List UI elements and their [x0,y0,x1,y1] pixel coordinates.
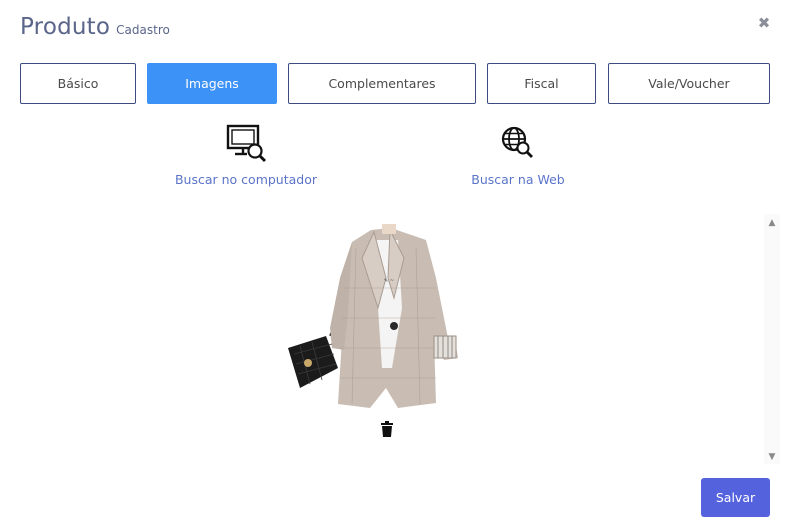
page-subtitle: Cadastro [116,23,170,37]
modal-title: Produto Cadastro [20,14,170,40]
save-button[interactable]: Salvar [701,478,770,517]
scroll-up-icon[interactable]: ▲ [767,218,777,228]
gallery-scrollbar[interactable]: ▲ ▼ [764,214,780,464]
tab-imagens[interactable]: Imagens [147,63,277,104]
tab-bar: Básico Imagens Complementares Fiscal Val… [0,63,785,104]
page-title: Produto [20,14,111,40]
search-computer-button[interactable]: Buscar no computador [166,122,326,187]
scroll-down-icon[interactable]: ▼ [767,452,777,462]
tab-vale-voucher[interactable]: Vale/Voucher [608,63,770,104]
tab-basico[interactable]: Básico [20,63,136,104]
close-icon[interactable]: ✖ [756,15,772,31]
tab-complementares[interactable]: Complementares [288,63,476,104]
globe-search-icon [501,122,535,164]
svg-text:✎ ~: ✎ ~ [384,278,394,284]
search-web-label: Buscar na Web [471,172,565,187]
tab-fiscal[interactable]: Fiscal [487,63,596,104]
trash-icon[interactable] [380,421,394,437]
monitor-search-icon [225,122,267,164]
search-web-button[interactable]: Buscar na Web [450,122,586,187]
product-modal: Produto Cadastro ✖ Básico Imagens Comple… [0,0,785,531]
search-computer-label: Buscar no computador [174,172,318,187]
product-image[interactable]: ✎ ~ [286,218,466,413]
